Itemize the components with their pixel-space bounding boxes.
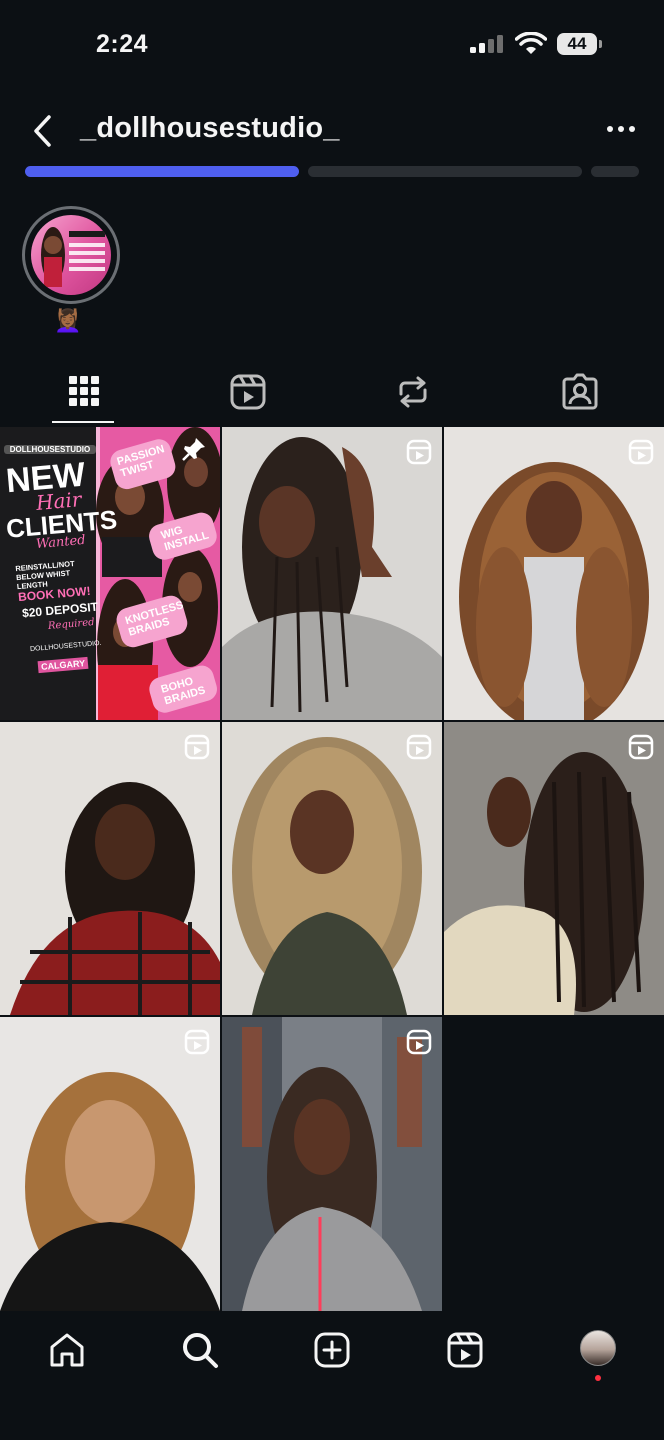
battery-level: 44 [557, 33, 597, 55]
status-time: 2:24 [96, 30, 149, 58]
tab-progress-bar [308, 166, 582, 177]
profile-username-title: _dollhousestudio_ [80, 112, 340, 144]
reel-badge-icon [184, 1029, 210, 1055]
reel-badge-icon [406, 734, 432, 760]
reels-nav-icon[interactable] [445, 1330, 485, 1370]
story-highlight-label: 💆🏾‍♀️ [54, 308, 82, 333]
reel-badge-icon [184, 734, 210, 760]
grid-post-reel[interactable] [444, 427, 664, 720]
reel-badge-icon [628, 734, 654, 760]
grid-post-reel[interactable] [222, 1017, 442, 1311]
tab-progress-bar-active [25, 166, 299, 177]
reel-badge-icon [628, 439, 654, 465]
story-highlight-cover[interactable] [31, 215, 111, 295]
reel-badge-icon [406, 439, 432, 465]
repost-icon[interactable] [393, 372, 433, 412]
pinned-post-icon [182, 438, 205, 461]
create-post-icon[interactable] [312, 1330, 352, 1370]
grid-post-reel[interactable] [444, 722, 664, 1015]
post-thumbnail [0, 1017, 220, 1311]
more-horizontal-icon[interactable] [606, 124, 636, 134]
cellular-signal-icon [470, 35, 503, 53]
tab-progress-bar [591, 166, 639, 177]
grid-post-reel[interactable] [222, 722, 442, 1015]
chevron-left-icon[interactable] [30, 114, 56, 148]
grid-post-reel[interactable] [222, 427, 442, 720]
post-thumbnail [222, 1017, 442, 1311]
post-thumbnail [444, 427, 664, 720]
reel-badge-icon [406, 1029, 432, 1055]
active-tab-indicator [52, 421, 114, 423]
notification-dot [595, 1375, 601, 1381]
promo-brand: DOLLHOUSESTUDIO [4, 445, 96, 454]
grid-post-reel[interactable] [0, 1017, 220, 1311]
battery-nub [599, 40, 602, 48]
post-thumbnail [0, 722, 220, 1015]
post-thumbnail [222, 427, 442, 720]
grid-post-promo[interactable]: DOLLHOUSESTUDIO NEW Hair CLIENTS Wanted … [0, 427, 220, 720]
reels-icon[interactable] [228, 372, 268, 412]
home-icon[interactable] [47, 1330, 87, 1370]
search-icon[interactable] [180, 1330, 220, 1370]
post-thumbnail [444, 722, 664, 1015]
grid-icon[interactable] [64, 372, 104, 412]
wifi-icon [515, 32, 547, 54]
highlight-cover-art [41, 227, 105, 287]
grid-post-reel[interactable] [0, 722, 220, 1015]
profile-avatar[interactable] [580, 1330, 616, 1366]
tagged-user-icon[interactable] [560, 372, 600, 412]
post-thumbnail [222, 722, 442, 1015]
